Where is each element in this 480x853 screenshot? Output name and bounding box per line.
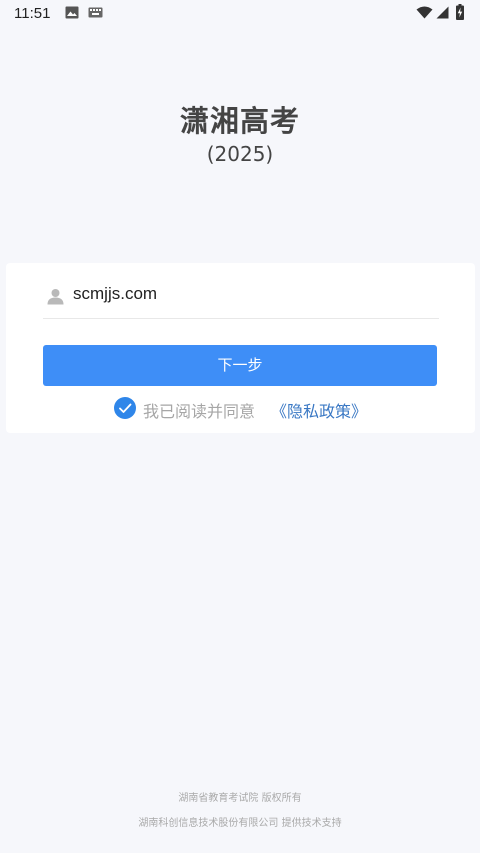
checkbox-checked-icon[interactable]: [114, 397, 136, 419]
app-subtitle: (2025): [206, 142, 274, 166]
status-time: 11:51: [14, 5, 51, 22]
account-value: scmjjs.com: [73, 284, 158, 303]
login-card: scmjjs.com 下一步 我已阅读并同意 《隐私政策》: [6, 263, 475, 433]
footer-copyright: 湖南省教育考试院 版权所有: [178, 793, 302, 804]
signal-icon: [436, 6, 449, 19]
status-bar: 11:51: [0, 0, 480, 26]
user-icon: [47, 289, 64, 305]
app-title: 潇湘高考: [179, 104, 300, 138]
battery-charging-icon: [456, 4, 464, 20]
privacy-policy-link[interactable]: 《隐私政策》: [271, 398, 367, 422]
account-field[interactable]: scmjjs.com: [43, 281, 439, 319]
footer-tech-support: 湖南科创信息技术股份有限公司 提供技术支持: [138, 818, 342, 829]
next-step-button[interactable]: 下一步: [43, 345, 437, 386]
image-icon: [65, 6, 79, 19]
wifi-icon: [416, 6, 433, 19]
agree-text: 我已阅读并同意: [143, 402, 256, 421]
keyboard-icon: [88, 7, 103, 18]
checkmark-icon: [119, 403, 132, 413]
